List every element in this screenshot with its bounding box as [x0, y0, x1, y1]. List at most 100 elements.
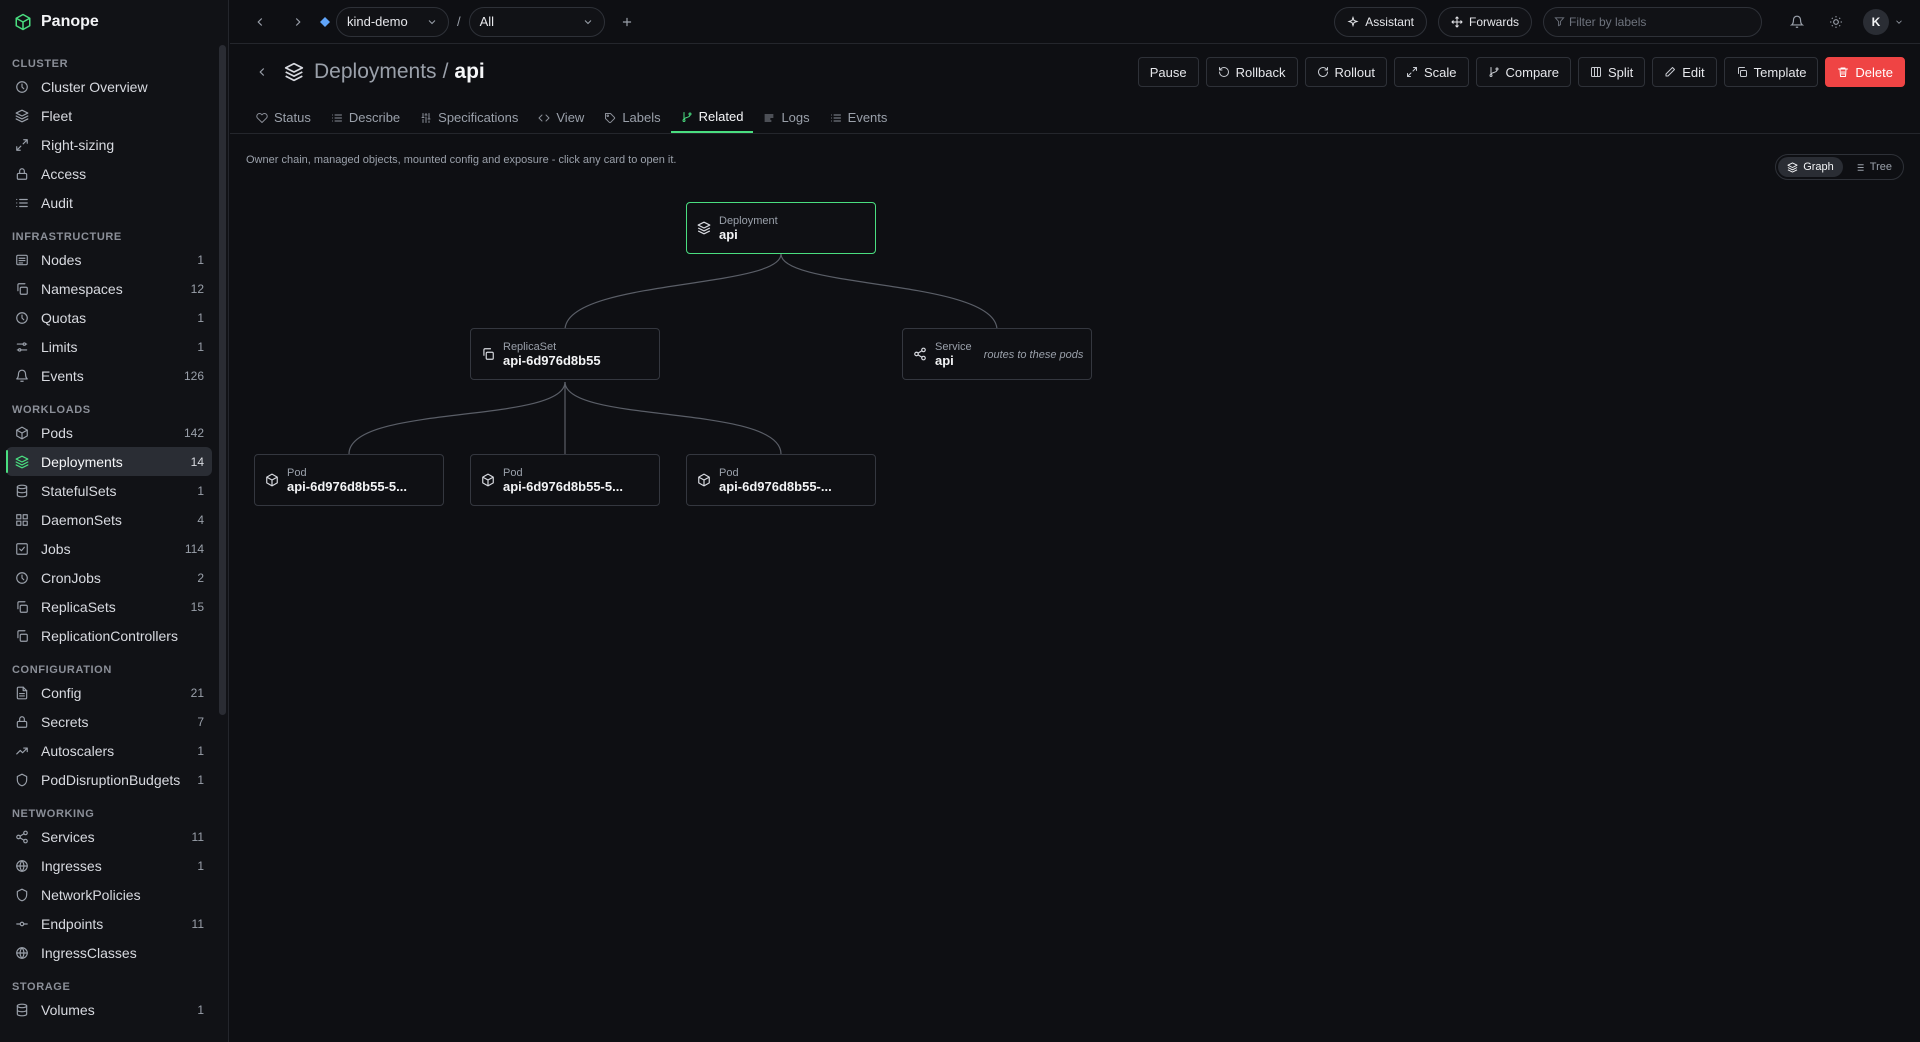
namespace-select-value: All — [479, 14, 495, 29]
avatar[interactable]: K — [1863, 8, 1889, 35]
code-icon — [538, 112, 550, 124]
edge-deployment-service — [780, 253, 998, 331]
node-name: api-6d976d8b55 — [503, 352, 601, 368]
label-filter-input[interactable] — [1569, 14, 1751, 29]
app-name: Panope — [41, 13, 99, 30]
sidebar-item-namespaces[interactable]: Namespaces 12 — [6, 274, 212, 303]
sidebar-item-access[interactable]: Access — [6, 159, 212, 188]
sidebar-item-label: Deployments — [41, 453, 123, 470]
tree-view-button[interactable]: Tree — [1845, 157, 1901, 177]
split-button[interactable]: Split — [1577, 57, 1646, 87]
compare-button[interactable]: Compare — [1475, 57, 1571, 87]
nav-back-icon[interactable] — [250, 12, 270, 32]
cluster-select[interactable]: kind-demo — [336, 6, 449, 37]
service-node[interactable]: Service api routes to these pods — [902, 328, 1092, 380]
sidebar-item-daemonsets[interactable]: DaemonSets 4 — [6, 505, 212, 534]
sidebar-item-ingresses[interactable]: Ingresses 1 — [6, 851, 212, 880]
sidebar-section-title: STORAGE — [12, 981, 71, 993]
tab-view[interactable]: View — [528, 102, 594, 133]
rollout-button[interactable]: Rollout — [1304, 57, 1387, 87]
sidebar-item-right-sizing[interactable]: Right-sizing — [6, 130, 212, 159]
deployment-node[interactable]: Deployment api — [686, 202, 876, 254]
tab-logs[interactable]: Logs — [753, 102, 819, 133]
forwards-button[interactable]: Forwards — [1437, 6, 1532, 37]
node-name: api — [935, 352, 954, 368]
cluster-select-value: kind-demo — [347, 14, 408, 29]
sidebar-item-cluster-overview[interactable]: Cluster Overview — [6, 72, 212, 101]
tab-label: Status — [274, 110, 311, 125]
sidebar-item-quotas[interactable]: Quotas 1 — [6, 303, 212, 332]
sidebar-item-volumes[interactable]: Volumes 1 — [6, 995, 212, 1024]
tab-labels[interactable]: Labels — [594, 102, 670, 133]
lock-icon — [14, 714, 30, 730]
pause-button[interactable]: Pause — [1137, 57, 1199, 87]
sidebar-item-limits[interactable]: Limits 1 — [6, 332, 212, 361]
node-name: api-6d976d8b55-... — [719, 478, 832, 494]
sidebar-item-endpoints[interactable]: Endpoints 11 — [6, 909, 212, 938]
sidebar-item-deployments[interactable]: Deployments 14 — [6, 447, 212, 476]
pod-node[interactable]: Pod api-6d976d8b55-... — [686, 454, 876, 506]
relationship-graph: Deployment api ReplicaSet api-6d976d8b55… — [230, 134, 1130, 534]
scale-button[interactable]: Scale — [1393, 57, 1469, 87]
sidebar-item-fleet[interactable]: Fleet — [6, 101, 212, 130]
page-title-type[interactable]: Deployments — [314, 60, 437, 84]
sidebar-item-count: 7 — [197, 714, 204, 729]
label-filter[interactable] — [1543, 6, 1762, 37]
pod-node[interactable]: Pod api-6d976d8b55-5... — [470, 454, 660, 506]
database-icon — [14, 483, 30, 499]
database-icon — [14, 1002, 30, 1018]
sidebar-item-config[interactable]: Config 21 — [6, 678, 212, 707]
layers-icon — [1787, 161, 1798, 173]
clock-icon — [14, 570, 30, 586]
tab-label: Labels — [622, 110, 661, 125]
sidebar-scrollbar[interactable] — [219, 45, 226, 715]
sidebar-item-statefulsets[interactable]: StatefulSets 1 — [6, 476, 212, 505]
brand[interactable]: Panope — [0, 0, 228, 44]
chevron-down-icon[interactable] — [1894, 17, 1904, 27]
graph-view-button[interactable]: Graph — [1778, 157, 1843, 177]
node-kind: Service — [935, 340, 972, 353]
sidebar-item-autoscalers[interactable]: Autoscalers 1 — [6, 736, 212, 765]
edge-replicaset-pod1 — [348, 381, 566, 455]
sidebar-item-label: Jobs — [41, 540, 71, 557]
layers-icon — [14, 454, 30, 470]
tab-events[interactable]: Events — [820, 102, 898, 133]
columns-icon — [1590, 66, 1602, 78]
sidebar-item-replicasets[interactable]: ReplicaSets 15 — [6, 592, 212, 621]
sidebar-item-count: 2 — [197, 570, 204, 585]
sidebar-item-cronjobs[interactable]: CronJobs 2 — [6, 563, 212, 592]
sidebar-item-label: ReplicationControllers — [41, 627, 178, 644]
replicaset-node[interactable]: ReplicaSet api-6d976d8b55 — [470, 328, 660, 380]
assistant-button[interactable]: Assistant — [1334, 6, 1427, 37]
rollback-button[interactable]: Rollback — [1205, 57, 1298, 87]
pod-node[interactable]: Pod api-6d976d8b55-5... — [254, 454, 444, 506]
sidebar-item-networkpolicies[interactable]: NetworkPolicies — [6, 880, 212, 909]
sidebar-item-secrets[interactable]: Secrets 7 — [6, 707, 212, 736]
namespace-select[interactable]: All — [468, 6, 605, 37]
list-icon — [14, 195, 30, 211]
tab-status[interactable]: Status — [246, 102, 321, 133]
tab-specifications[interactable]: Specifications — [410, 102, 528, 133]
sidebar-item-poddisruptionbudgets[interactable]: PodDisruptionBudgets 1 — [6, 765, 212, 794]
node-kind: Pod — [719, 466, 739, 479]
template-button[interactable]: Template — [1723, 57, 1819, 87]
sidebar-item-pods[interactable]: Pods 142 — [6, 418, 212, 447]
nav-forward-icon[interactable] — [288, 12, 308, 32]
sidebar-item-nodes[interactable]: Nodes 1 — [6, 245, 212, 274]
sidebar-item-label: Cluster Overview — [41, 78, 148, 95]
sidebar-item-ingressclasses[interactable]: IngressClasses — [6, 938, 212, 967]
back-chevron-icon[interactable] — [252, 62, 272, 82]
sidebar-item-audit[interactable]: Audit — [6, 188, 212, 217]
edit-button[interactable]: Edit — [1652, 57, 1717, 87]
tab-describe[interactable]: Describe — [321, 102, 410, 133]
delete-button[interactable]: Delete — [1825, 57, 1905, 87]
trash-icon — [1837, 66, 1849, 78]
add-tab-icon[interactable] — [615, 10, 639, 34]
sidebar-item-services[interactable]: Services 11 — [6, 822, 212, 851]
sidebar-item-replicationcontrollers[interactable]: ReplicationControllers — [6, 621, 212, 650]
sun-icon[interactable] — [1824, 10, 1848, 34]
bell-icon[interactable] — [1785, 10, 1809, 34]
tab-related[interactable]: Related — [670, 102, 754, 133]
sidebar-item-jobs[interactable]: Jobs 114 — [6, 534, 212, 563]
sidebar-item-events[interactable]: Events 126 — [6, 361, 212, 390]
